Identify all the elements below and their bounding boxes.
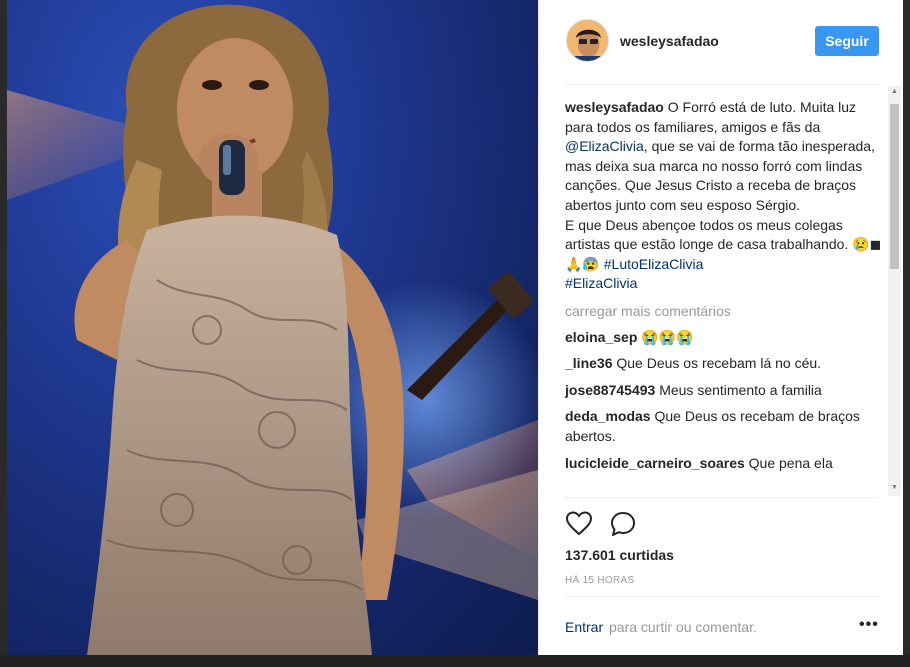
login-link[interactable]: Entrar — [565, 619, 603, 635]
follow-button[interactable]: Seguir — [815, 26, 879, 56]
caption-text-3: E que Deus abençoe todos os meus colegas… — [565, 216, 853, 253]
list-item: lucicleide_carneiro_soares Que pena ela — [565, 454, 883, 474]
list-item: deda_modas Que Deus os recebam de braços… — [565, 407, 883, 446]
comment-text: Meus sentimento a familia — [655, 381, 822, 398]
comment-bubble-icon[interactable] — [609, 510, 637, 538]
actions-divider — [565, 497, 879, 498]
login-prompt-text: para curtir ou comentar. — [609, 619, 757, 635]
comment-text: Que Deus os recebam lá no céu. — [612, 355, 822, 372]
backdrop-right — [903, 0, 910, 667]
caption-mention[interactable]: @ElizaClivia — [565, 138, 644, 154]
list-item: eloina_sep 😭😭😭 — [565, 328, 883, 348]
load-more-comments-link[interactable]: carregar mais comentários — [565, 302, 883, 322]
caption-hashtag-eliza[interactable]: #ElizaClivia — [565, 275, 637, 291]
scrollbar-thumb[interactable] — [890, 104, 899, 269]
avatar[interactable] — [566, 19, 609, 62]
comment-username[interactable]: lucicleide_carneiro_soares — [565, 455, 745, 471]
list-item: _line36 Que Deus os recebam lá no céu. — [565, 354, 883, 374]
singer-illustration — [7, 4, 538, 655]
heart-icon[interactable] — [565, 510, 593, 538]
header-divider — [565, 84, 879, 85]
likes-count[interactable]: 137.601 curtidas — [565, 547, 674, 563]
post-timestamp[interactable]: HÁ 15 HORAS — [565, 575, 634, 586]
post-caption: wesleysafadao O Forró está de luto. Muit… — [565, 98, 883, 294]
footer-divider — [565, 596, 879, 597]
comment-text: 😭😭😭 — [637, 328, 694, 345]
post-author-username[interactable]: wesleysafadao — [620, 33, 719, 49]
caption-hashtag-luto[interactable]: #LutoElizaClivia — [604, 256, 704, 272]
avatar-image — [567, 20, 608, 61]
comments-list[interactable]: wesleysafadao O Forró está de luto. Muit… — [565, 98, 883, 494]
list-item: jose88745493 Meus sentimento a familia — [565, 381, 883, 401]
comment-username[interactable]: jose88745493 — [565, 382, 655, 398]
comment-username[interactable]: eloina_sep — [565, 329, 637, 345]
backdrop-bottom — [0, 655, 910, 667]
post-header: wesleysafadao Seguir — [539, 0, 904, 84]
more-options-icon[interactable]: ••• — [859, 616, 879, 634]
post-side-panel: wesleysafadao Seguir wesleysafadao O For… — [538, 0, 903, 655]
caption-username[interactable]: wesleysafadao — [565, 99, 664, 115]
comment-username[interactable]: _line36 — [565, 355, 612, 371]
backdrop-left — [0, 0, 7, 667]
scroll-up-arrow-icon[interactable]: ▲ — [890, 88, 899, 98]
comment-username[interactable]: deda_modas — [565, 408, 651, 424]
post-photo[interactable] — [7, 0, 538, 655]
scroll-down-arrow-icon[interactable]: ▼ — [890, 484, 899, 494]
comment-text: Que pena ela — [744, 454, 833, 471]
